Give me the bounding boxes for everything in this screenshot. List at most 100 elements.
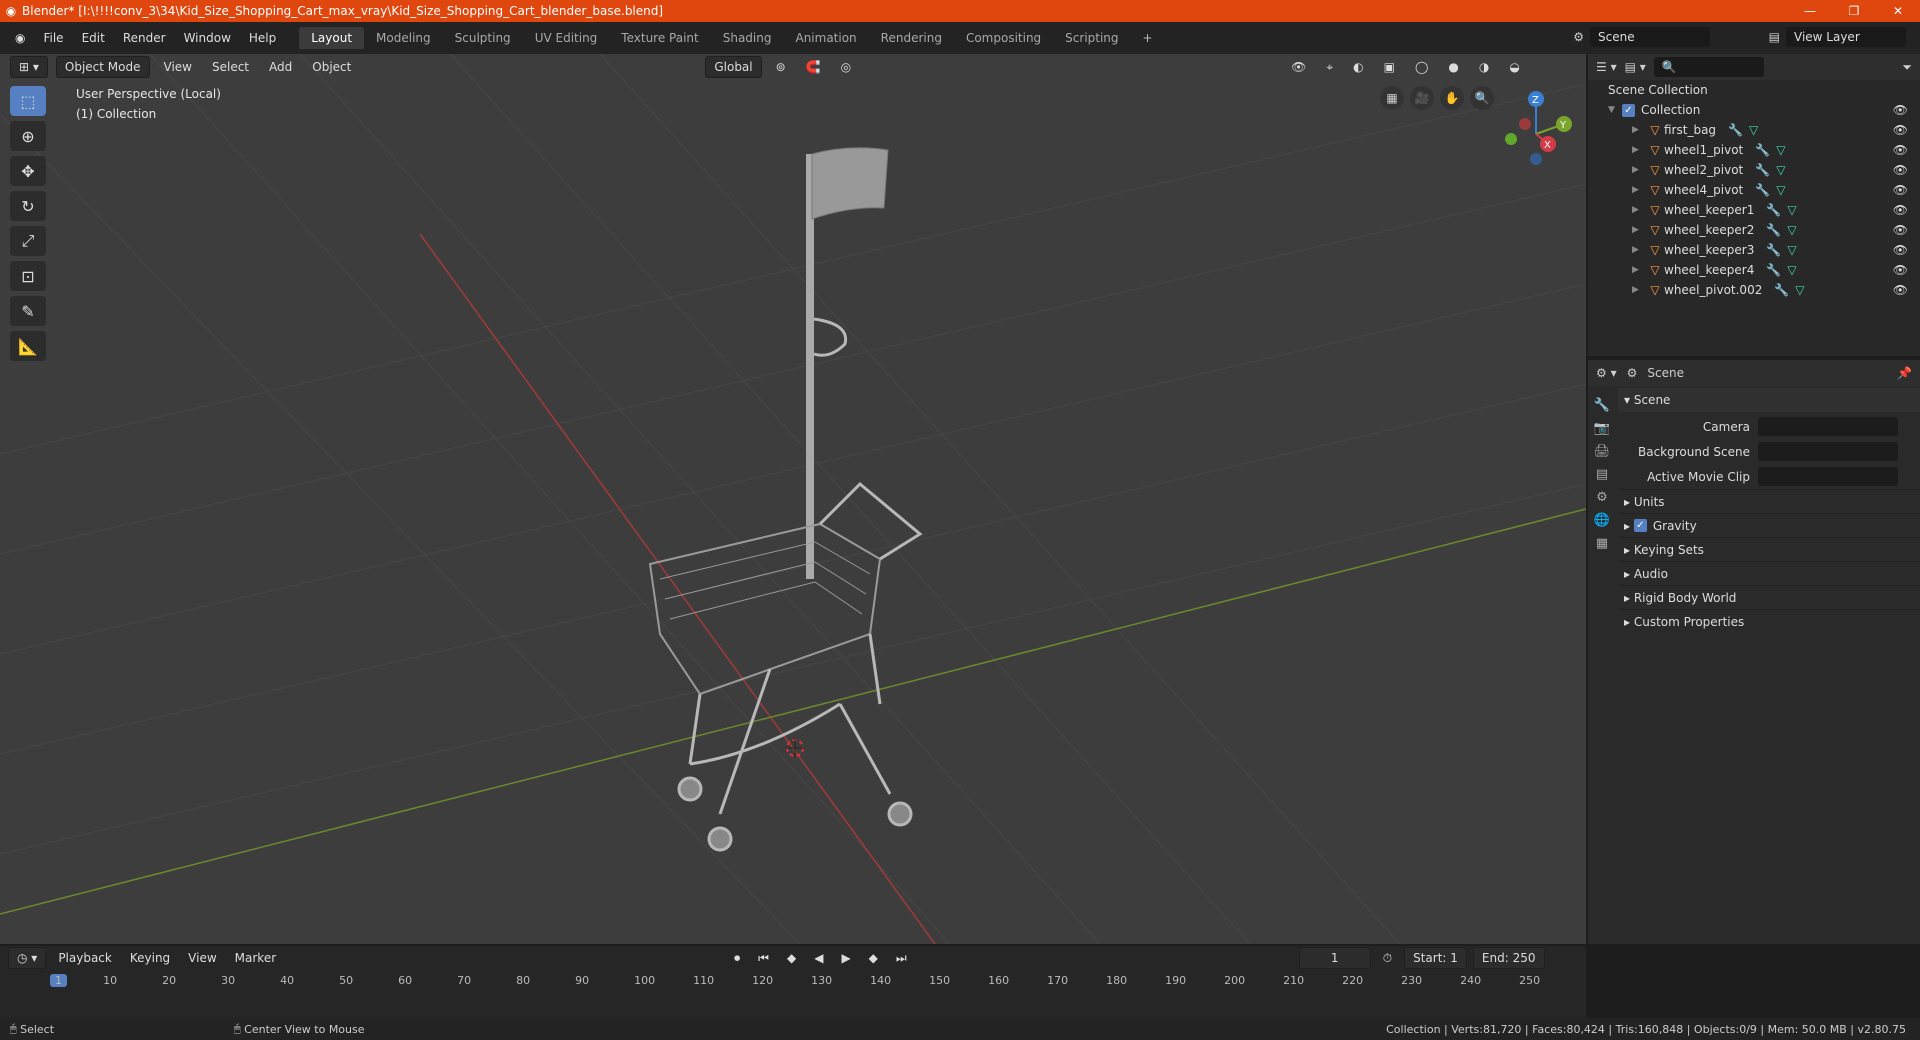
tab-sculpting[interactable]: Sculpting (443, 27, 523, 49)
menu-keying[interactable]: Keying (124, 948, 176, 968)
tab-modeling[interactable]: Modeling (364, 27, 443, 49)
eye-icon[interactable]: 👁 (1893, 163, 1908, 177)
audio-subpanel[interactable]: ▸ Audio (1618, 561, 1920, 585)
grid-view-icon[interactable]: ▦ (1380, 86, 1404, 110)
rigid-body-world-subpanel[interactable]: ▸ Rigid Body World (1618, 585, 1920, 609)
outliner-item[interactable]: ▶ ▽ wheel2_pivot 🔧 ▽ 👁 (1588, 160, 1920, 180)
3d-viewport[interactable]: ⊞ ▾ Object Mode View Select Add Object G… (0, 54, 1586, 944)
current-frame-indicator[interactable]: 1 (50, 974, 67, 987)
eye-icon[interactable]: 👁 (1893, 143, 1908, 157)
editor-type-button[interactable]: ⊞ ▾ (10, 56, 48, 78)
tab-texture-paint[interactable]: Texture Paint (609, 27, 710, 49)
world-tab-icon[interactable]: 🌐 (1594, 513, 1610, 528)
menu-select[interactable]: Select (206, 57, 255, 77)
menu-edit[interactable]: Edit (73, 31, 114, 45)
outliner-item[interactable]: ▶ ▽ wheel_pivot.002 🔧 ▽ 👁 (1588, 280, 1920, 300)
jump-end-icon[interactable]: ⏭ (890, 948, 913, 969)
blender-menu-icon[interactable]: ◉ (6, 31, 34, 45)
shading-wireframe-icon[interactable]: ◯ (1409, 57, 1434, 77)
eye-icon[interactable]: 👁 (1893, 243, 1908, 257)
outliner-item[interactable]: ▶ ▽ wheel_keeper4 🔧 ▽ 👁 (1588, 260, 1920, 280)
overlay-toggle-icon[interactable]: ◐ (1347, 57, 1369, 77)
view-layer-tab-icon[interactable]: ▤ (1596, 467, 1608, 482)
menu-add[interactable]: Add (263, 57, 298, 77)
mode-selector[interactable]: Object Mode (55, 56, 150, 78)
outliner-search-input[interactable]: 🔍 (1653, 57, 1764, 77)
eye-icon[interactable]: 👁 (1893, 203, 1908, 217)
transform-tool-icon[interactable]: ⊡ (10, 261, 46, 291)
current-frame-field[interactable]: 1 (1298, 947, 1371, 969)
pin-icon[interactable]: 📌 (1897, 366, 1912, 380)
outliner-item[interactable]: ▶ ▽ wheel_keeper2 🔧 ▽ 👁 (1588, 220, 1920, 240)
keying-sets-subpanel[interactable]: ▸ Keying Sets (1618, 537, 1920, 561)
proportional-edit-icon[interactable]: ◎ (835, 57, 857, 77)
collection-checkbox[interactable]: ✓ (1622, 103, 1635, 117)
properties-editor-type-icon[interactable]: ⚙ ▾ (1596, 366, 1617, 380)
measure-tool-icon[interactable]: 📐 (10, 331, 46, 361)
menu-playback[interactable]: Playback (52, 948, 118, 968)
close-button[interactable]: ✕ (1876, 0, 1920, 22)
cursor-tool-icon[interactable]: ⊕ (10, 121, 46, 151)
shading-solid-icon[interactable]: ● (1442, 57, 1464, 77)
tab-uv-editing[interactable]: UV Editing (523, 27, 610, 49)
camera-field[interactable] (1758, 417, 1898, 436)
gizmo-toggle-icon[interactable]: ⌖ (1320, 57, 1339, 78)
tab-shading[interactable]: Shading (711, 27, 784, 49)
menu-render[interactable]: Render (114, 31, 175, 45)
eye-icon[interactable]: 👁 (1893, 263, 1908, 277)
tab-layout[interactable]: Layout (299, 27, 365, 49)
eye-icon[interactable]: 👁 (1893, 123, 1908, 137)
gravity-checkbox[interactable]: ✓ (1633, 519, 1647, 532)
scene-panel-header[interactable]: ▾ Scene (1618, 388, 1920, 412)
axis-gizmo[interactable]: Z Y X (1486, 84, 1586, 184)
outliner-item[interactable]: ▶ ▽ first_bag 🔧 ▽ 👁 (1588, 120, 1920, 140)
scene-selector[interactable]: Scene (1590, 27, 1710, 47)
visibility-icon[interactable]: 👁 (1285, 57, 1312, 77)
tool-tab-icon[interactable]: 🔧 (1594, 398, 1610, 413)
orientation-selector[interactable]: Global (705, 56, 762, 78)
gravity-subpanel[interactable]: ▸ ✓ Gravity (1618, 513, 1920, 537)
maximize-button[interactable]: ❐ (1832, 0, 1876, 22)
scene-tab-icon[interactable]: ⚙ (1596, 490, 1608, 505)
tab-animation[interactable]: Animation (783, 27, 868, 49)
outliner-display-mode-icon[interactable]: ☰ ▾ (1596, 60, 1617, 74)
output-tab-icon[interactable]: 🖨 (1594, 444, 1611, 459)
snap-icon[interactable]: 🧲 (800, 57, 827, 77)
texture-tab-icon[interactable]: ▦ (1596, 536, 1608, 551)
rotate-tool-icon[interactable]: ↻ (10, 191, 46, 221)
tab-rendering[interactable]: Rendering (869, 27, 954, 49)
tab-scripting[interactable]: Scripting (1053, 27, 1130, 49)
outliner-item[interactable]: ▶ ▽ wheel4_pivot 🔧 ▽ 👁 (1588, 180, 1920, 200)
pivot-icon[interactable]: ⊚ (770, 57, 792, 77)
menu-object[interactable]: Object (306, 57, 357, 77)
menu-view[interactable]: View (158, 57, 198, 77)
units-subpanel[interactable]: ▸ Units (1618, 489, 1920, 513)
eye-icon[interactable]: 👁 (1893, 283, 1908, 297)
tab-compositing[interactable]: Compositing (954, 27, 1053, 49)
expand-icon[interactable]: ▼ (1608, 105, 1622, 115)
annotate-tool-icon[interactable]: ✎ (10, 296, 46, 326)
render-tab-icon[interactable]: 📷 (1594, 421, 1610, 436)
outliner-collection[interactable]: ▼ ✓ Collection 👁 (1588, 100, 1920, 120)
view-layer-selector[interactable]: View Layer (1786, 27, 1906, 47)
scene-icon[interactable]: ⚙ (1573, 30, 1584, 44)
jump-start-icon[interactable]: ⏮ (752, 948, 775, 969)
clock-icon[interactable]: ⏱ (1377, 948, 1398, 969)
view-layer-icon[interactable]: ▤ (1769, 30, 1780, 44)
minimize-button[interactable]: — (1788, 0, 1832, 22)
shopping-cart-model[interactable] (648, 147, 923, 852)
shading-rendered-icon[interactable]: ◒ (1503, 57, 1525, 77)
outliner-item[interactable]: ▶ ▽ wheel_keeper3 🔧 ▽ 👁 (1588, 240, 1920, 260)
xray-toggle-icon[interactable]: ▣ (1378, 57, 1401, 77)
pan-view-icon[interactable]: ✋ (1440, 86, 1464, 110)
record-icon[interactable]: ⏺ (728, 948, 746, 969)
add-workspace-icon[interactable]: + (1131, 27, 1165, 49)
camera-view-icon[interactable]: 🎥 (1410, 86, 1434, 110)
outliner-funnel-icon[interactable]: ⏷ (1902, 60, 1912, 75)
custom-properties-subpanel[interactable]: ▸ Custom Properties (1618, 609, 1920, 633)
background-scene-field[interactable] (1758, 442, 1898, 461)
timeline-editor-type-icon[interactable]: ◷ ▾ (8, 947, 47, 969)
scale-tool-icon[interactable]: ⤢ (10, 226, 46, 256)
menu-marker[interactable]: Marker (229, 948, 282, 968)
menu-help[interactable]: Help (240, 31, 285, 45)
